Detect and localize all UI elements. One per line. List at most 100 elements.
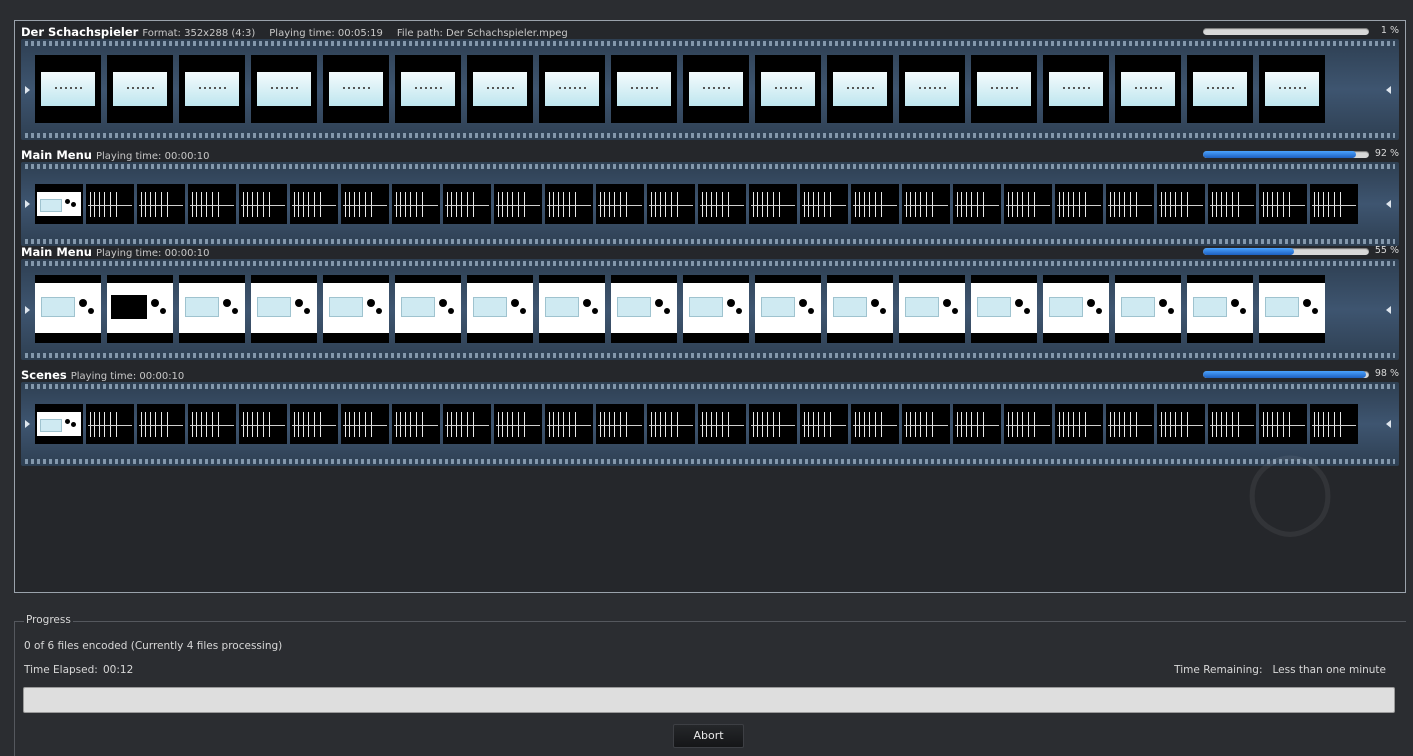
waveform-icon (700, 192, 744, 217)
video-thumbnail (761, 72, 815, 106)
waveform-icon (190, 192, 234, 217)
waveform-icon (955, 192, 999, 217)
filmstrip-perforation (25, 133, 1395, 138)
audio-waveform-frame (443, 404, 491, 444)
video-thumbnail (329, 72, 383, 106)
video-thumbnail-frame (755, 55, 821, 123)
waveform-icon (547, 412, 591, 437)
menu-thumbnail-frame (755, 275, 821, 343)
menu-thumbnail-frame (539, 275, 605, 343)
filmstrip[interactable] (21, 382, 1399, 466)
scroll-right-icon[interactable] (25, 200, 30, 208)
audio-waveform-frame (290, 404, 338, 444)
time-remaining-value: Less than one minute (1272, 664, 1386, 676)
audio-waveform-frame (1055, 404, 1103, 444)
waveform-icon (1057, 192, 1101, 217)
audio-waveform-frame (545, 404, 593, 444)
menu-thumbnail-frame (1043, 275, 1109, 343)
scroll-right-icon[interactable] (25, 305, 30, 314)
menu-thumbnail-frame (179, 275, 245, 343)
audio-waveform-frame (290, 184, 338, 224)
menu-thumbnail (467, 283, 533, 333)
frame-list (35, 275, 1331, 343)
audio-waveform-frame (902, 404, 950, 444)
audio-waveform-frame (1055, 184, 1103, 224)
track-meta: Playing time: 00:00:10 (70, 371, 185, 382)
video-thumbnail-frame (323, 55, 389, 123)
scroll-left-icon[interactable] (1386, 420, 1391, 428)
audio-waveform-frame (647, 184, 695, 224)
menu-thumbnail-frame (971, 275, 1037, 343)
audio-waveform-frame (137, 184, 185, 224)
waveform-icon (1108, 412, 1152, 437)
time-remaining: Time Remaining: Less than one minute (1174, 664, 1386, 676)
waveform-icon (292, 192, 336, 217)
scroll-left-icon[interactable] (1386, 85, 1391, 94)
menu-thumbnail-frame (683, 275, 749, 343)
video-thumbnail (977, 72, 1031, 106)
waveform-icon (394, 192, 438, 217)
filmstrip[interactable] (21, 259, 1399, 360)
menu-thumbnail-frame (395, 275, 461, 343)
audio-waveform-frame (137, 404, 185, 444)
waveform-icon (445, 192, 489, 217)
audio-waveform-frame (392, 184, 440, 224)
audio-waveform-frame (392, 404, 440, 444)
filmstrip-perforation (25, 164, 1395, 169)
track-progress: 55 % (1203, 245, 1399, 257)
track-progress-percent: 1 % (1380, 25, 1399, 36)
audio-waveform-frame (647, 404, 695, 444)
video-thumbnail-frame (1187, 55, 1253, 123)
scroll-right-icon[interactable] (25, 85, 30, 94)
video-thumbnail-frame (611, 55, 677, 123)
audio-waveform-frame (800, 184, 848, 224)
audio-waveform-frame (698, 404, 746, 444)
video-thumbnail (545, 72, 599, 106)
audio-waveform-frame (851, 404, 899, 444)
audio-waveform-frame (239, 404, 287, 444)
video-thumbnail (1049, 72, 1103, 106)
video-thumbnail (1121, 72, 1175, 106)
audio-waveform-frame (800, 404, 848, 444)
filmstrip[interactable] (21, 162, 1399, 246)
menu-thumbnail (683, 283, 749, 333)
track-meta: Playing time: 00:05:19 (269, 28, 383, 39)
video-thumbnail-frame (251, 55, 317, 123)
waveform-icon (1108, 192, 1152, 217)
menu-thumbnail (611, 283, 677, 333)
audio-waveform-frame (443, 184, 491, 224)
waveform-icon (1210, 192, 1254, 217)
audio-waveform-frame (1106, 184, 1154, 224)
menu-thumbnail (323, 283, 389, 333)
track-progress-fill (1203, 371, 1366, 378)
video-thumbnail-frame (1115, 55, 1181, 123)
track-title: Main Menu (21, 148, 92, 162)
progress-group-title: Progress (24, 614, 73, 626)
video-thumbnail (257, 72, 311, 106)
menu-thumbnail (827, 283, 893, 333)
filmstrip-perforation (25, 459, 1395, 464)
abort-button[interactable]: Abort (673, 724, 744, 748)
waveform-icon (802, 192, 846, 217)
track-meta: Playing time: 00:00:10 (95, 151, 210, 162)
audio-waveform-frame (86, 404, 134, 444)
audio-waveform-frame (698, 184, 746, 224)
waveform-icon (1006, 192, 1050, 217)
video-thumbnail (185, 72, 239, 106)
video-thumbnail-frame (107, 55, 173, 123)
video-thumbnail (401, 72, 455, 106)
waveform-icon (343, 192, 387, 217)
audio-waveform-frame (1157, 404, 1205, 444)
scroll-left-icon[interactable] (1386, 305, 1391, 314)
scroll-left-icon[interactable] (1386, 200, 1391, 208)
frame-list (35, 404, 1361, 444)
waveform-icon (1159, 412, 1203, 437)
scroll-right-icon[interactable] (25, 420, 30, 428)
menu-thumbnail (35, 283, 101, 333)
menu-thumbnail-frame (251, 275, 317, 343)
track-header: Scenes Playing time: 00:00:10 98 % (21, 368, 1399, 382)
frame-list (35, 184, 1361, 224)
audio-waveform-frame (1004, 404, 1052, 444)
filmstrip[interactable] (21, 39, 1399, 140)
waveform-icon (496, 192, 540, 217)
